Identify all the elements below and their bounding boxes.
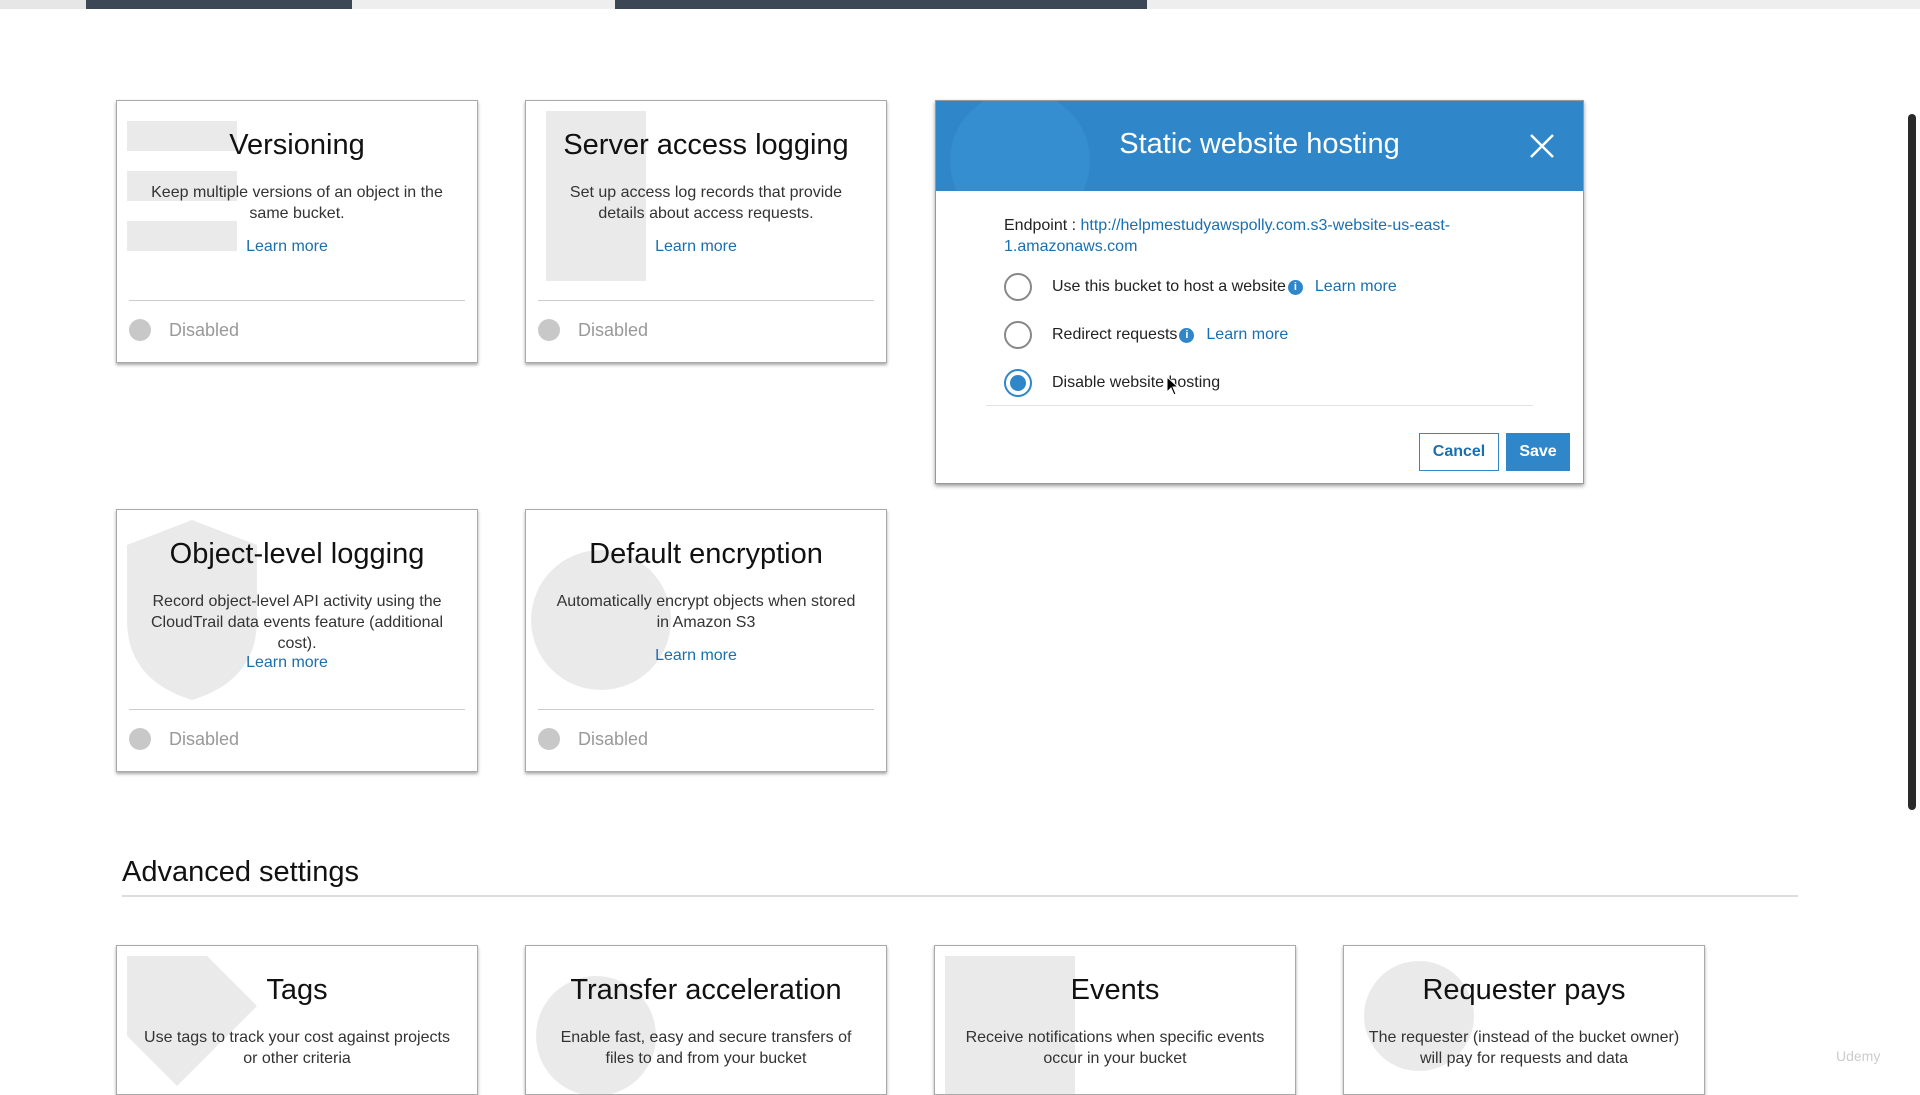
status-indicator: Disabled (538, 728, 648, 750)
learn-more-link[interactable]: Learn more (117, 654, 457, 672)
learn-more-link[interactable]: Learn more (1206, 326, 1288, 344)
status-indicator: Disabled (129, 319, 239, 341)
transfer-acceleration-card[interactable]: Transfer acceleration Enable fast, easy … (525, 945, 887, 1095)
card-title: Events (1070, 974, 1160, 1006)
divider (122, 895, 1798, 897)
card-description: Enable fast, easy and secure transfers o… (560, 1029, 852, 1067)
card-title: Object-level logging (169, 538, 425, 570)
option-disable-hosting[interactable]: Disable website hosting (1004, 369, 1220, 397)
card-title: Tags (266, 974, 328, 1006)
card-description: Automatically encrypt objects when store… (556, 593, 856, 631)
learn-more-link[interactable]: Learn more (117, 238, 457, 256)
option-label: Redirect requests (1052, 326, 1178, 343)
top-tab-strip (0, 0, 1920, 9)
dialog-header: Static website hosting (936, 101, 1583, 191)
card-title: Server access logging (563, 129, 849, 161)
tab-segment[interactable] (0, 0, 86, 9)
divider (129, 709, 465, 710)
option-label: Use this bucket to host a website (1052, 278, 1286, 295)
info-icon[interactable]: i (1179, 327, 1195, 343)
card-title: Versioning (229, 129, 365, 161)
tab-segment[interactable] (881, 0, 1147, 9)
endpoint-line: Endpoint : http://helpmestudyawspolly.co… (1004, 215, 1524, 257)
server-access-logging-card[interactable]: Server access logging Set up access log … (525, 100, 887, 363)
dialog-title: Static website hosting (1119, 128, 1400, 160)
option-host-website[interactable]: Use this bucket to host a website i Learn … (1004, 273, 1397, 301)
divider (538, 300, 874, 301)
status-dot-icon (129, 319, 151, 341)
status-text: Disabled (578, 728, 649, 749)
info-icon[interactable]: i (1287, 279, 1303, 295)
endpoint-label: Endpoint : (1004, 217, 1081, 234)
save-button[interactable]: Save (1506, 433, 1570, 471)
card-description: Keep multiple versions of an object in t… (151, 184, 443, 222)
option-label: Disable website hosting (1052, 374, 1221, 391)
vertical-scrollbar[interactable] (1908, 114, 1916, 810)
close-icon[interactable] (1527, 131, 1557, 161)
redirect-requests-radio[interactable] (1004, 321, 1032, 349)
card-description: Use tags to track your cost against proj… (144, 1029, 450, 1067)
static-website-hosting-dialog: Static website hosting Endpoint : http:/… (935, 100, 1584, 484)
status-indicator: Disabled (129, 728, 239, 750)
card-title: Transfer acceleration (570, 974, 842, 1006)
divider (538, 709, 874, 710)
tab-segment-active[interactable] (86, 0, 352, 9)
learn-more-link[interactable]: Learn more (526, 647, 866, 665)
divider (986, 405, 1533, 406)
status-text: Disabled (169, 319, 240, 340)
status-dot-icon (129, 728, 151, 750)
tags-card[interactable]: Tags Use tags to track your cost against… (116, 945, 478, 1095)
status-text: Disabled (169, 728, 240, 749)
requester-pays-card[interactable]: Requester pays The requester (instead of… (1343, 945, 1705, 1095)
card-description: The requester (instead of the bucket own… (1368, 1029, 1680, 1067)
events-card[interactable]: Events Receive notifications when specif… (934, 945, 1296, 1095)
cancel-button[interactable]: Cancel (1419, 433, 1499, 471)
learn-more-link[interactable]: Learn more (1315, 278, 1397, 296)
divider (129, 300, 465, 301)
advanced-settings-heading: Advanced settings (122, 856, 359, 888)
host-website-radio[interactable] (1004, 273, 1032, 301)
status-text: Disabled (578, 319, 649, 340)
card-title: Default encryption (589, 538, 823, 570)
tab-segment[interactable] (615, 0, 881, 9)
mouse-pointer-icon (1166, 376, 1180, 396)
status-indicator: Disabled (538, 319, 648, 341)
card-description: Set up access log records that provide d… (569, 184, 843, 222)
card-title: Requester pays (1422, 974, 1626, 1006)
option-redirect-requests[interactable]: Redirect requests i Learn more (1004, 321, 1288, 349)
card-description: Record object-level API activity using t… (150, 593, 444, 652)
object-level-logging-card[interactable]: Object-level logging Record object-level… (116, 509, 478, 772)
learn-more-link[interactable]: Learn more (526, 238, 866, 256)
status-dot-icon (538, 319, 560, 341)
default-encryption-card[interactable]: Default encryption Automatically encrypt… (525, 509, 887, 772)
disable-hosting-radio[interactable] (1004, 369, 1032, 397)
tab-segment[interactable] (1147, 0, 1920, 9)
udemy-watermark: Udemy (1836, 1048, 1881, 1064)
versioning-card[interactable]: Versioning Keep multiple versions of an … (116, 100, 478, 363)
status-dot-icon (538, 728, 560, 750)
card-description: Receive notifications when specific even… (965, 1029, 1265, 1067)
tab-segment[interactable] (352, 0, 615, 9)
